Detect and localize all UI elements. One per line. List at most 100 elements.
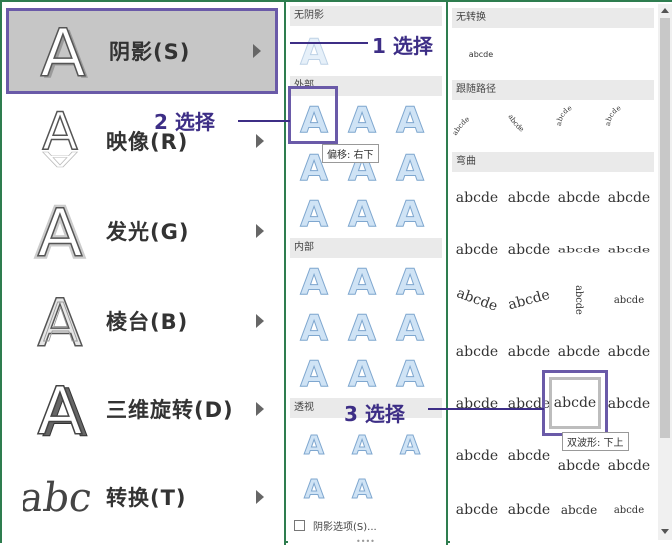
menu-item-3d-rotation[interactable]: AA 三维旋转(D) xyxy=(6,366,278,452)
text-effects-menu: AA 阴影(S) AA 映像(R) AA 发光(G) AA 棱台(B) A A … xyxy=(0,0,672,546)
warp-option[interactable]: abcde xyxy=(452,384,502,424)
svg-text:A: A xyxy=(42,147,78,171)
svg-text:abc: abc xyxy=(23,475,95,521)
warp-option[interactable]: abcde xyxy=(604,238,654,262)
menu-item-label: 发光(G) xyxy=(106,220,190,244)
shadow-option-outer[interactable]: A xyxy=(340,98,384,142)
warp-option[interactable]: abcde xyxy=(447,273,508,328)
menu-item-label: 三维旋转(D) xyxy=(106,398,234,422)
menu-item-label: 阴影(S) xyxy=(109,40,191,64)
menu-item-shadow[interactable]: AA 阴影(S) xyxy=(6,8,278,94)
shadow-option-inner[interactable]: A xyxy=(340,352,384,396)
shadow-option-inner[interactable]: A xyxy=(388,260,432,304)
shadow-option-outer[interactable]: A xyxy=(388,192,432,236)
shadow-option-perspective[interactable]: A xyxy=(388,424,432,468)
shadow-option-perspective[interactable]: A xyxy=(292,468,336,512)
warp-option[interactable]: abcde xyxy=(554,332,604,372)
follow-path-options[interactable]: abcde abcde abcde abcde xyxy=(452,100,652,152)
rotation-3d-A-icon: AA xyxy=(20,369,100,449)
shadow-option-perspective[interactable]: A xyxy=(292,424,336,468)
warp-option[interactable]: abcde xyxy=(554,178,604,218)
warp-option[interactable]: abcde xyxy=(504,490,554,530)
submenu-arrow-icon xyxy=(256,402,264,416)
warp-option[interactable]: abcde xyxy=(452,490,502,530)
annotation-step-2: 2 选择 xyxy=(154,110,215,134)
shadow-option-outer[interactable]: A xyxy=(340,192,384,236)
annotation-line-3 xyxy=(428,408,544,410)
warp-option[interactable]: abcde xyxy=(604,178,654,218)
menu-item-glow[interactable]: AA 发光(G) xyxy=(6,188,278,274)
shadow-options-label: 阴影选项(S)... xyxy=(313,521,377,533)
bevel-A-icon: AA xyxy=(20,281,100,361)
shadow-option-outer[interactable]: A xyxy=(388,146,432,190)
section-header-inner: 内部 xyxy=(290,238,442,258)
shadow-option-inner[interactable]: A xyxy=(340,260,384,304)
transform-abc-icon: abc xyxy=(20,457,100,537)
selected-warp-preview: abcde xyxy=(549,377,601,429)
transform-gallery: 无转换 abcde 跟随路径 abcde abcde abcde abcde 弯… xyxy=(450,2,672,545)
submenu-arrow-icon xyxy=(256,134,264,148)
warp-option[interactable]: abcde xyxy=(604,384,654,424)
annotation-line-2 xyxy=(238,120,290,122)
annotation-line-1 xyxy=(290,42,368,44)
warp-option[interactable]: abcde xyxy=(604,446,654,486)
shadow-option-inner[interactable]: A xyxy=(388,306,432,350)
shadow-options-link[interactable]: 阴影选项(S)... xyxy=(290,514,446,536)
scroll-down-arrow-icon[interactable] xyxy=(661,529,669,534)
warp-option[interactable]: abcde xyxy=(554,238,604,262)
shadow-option-perspective[interactable]: A xyxy=(340,424,384,468)
glow-A-icon: AA xyxy=(20,191,100,271)
shadow-option-outer[interactable]: A xyxy=(292,192,336,236)
scroll-up-arrow-icon[interactable] xyxy=(661,8,669,13)
resize-grip-icon[interactable]: •••• xyxy=(356,537,375,546)
svg-text:abcde: abcde xyxy=(604,104,622,126)
shadow-options-checkbox[interactable] xyxy=(294,519,305,531)
shadow-option-inner[interactable]: A xyxy=(292,260,336,304)
annotation-step-1: 1 选择 xyxy=(372,34,433,58)
menu-item-label: 转换(T) xyxy=(106,486,187,510)
shadow-option-perspective[interactable]: A xyxy=(340,468,384,512)
warp-option[interactable]: abcde xyxy=(452,332,502,372)
svg-text:A: A xyxy=(40,16,85,86)
submenu-arrow-icon xyxy=(256,314,264,328)
submenu-arrow-icon xyxy=(253,44,261,58)
shadow-option-inner[interactable]: A xyxy=(292,306,336,350)
menu-item-transform[interactable]: abc 转换(T) xyxy=(6,454,278,540)
menu-item-reflection[interactable]: AA 映像(R) xyxy=(6,98,278,184)
shadow-gallery: 无阴影 A 外部 A A A A A A A A A 偏移: 右下 内部 A A… xyxy=(288,2,448,546)
warp-option[interactable]: abcde xyxy=(604,332,654,372)
warp-option[interactable]: abcde xyxy=(500,274,559,326)
shadow-option-inner[interactable]: A xyxy=(292,352,336,396)
warp-option[interactable]: abcde xyxy=(504,178,554,218)
tooltip: 偏移: 右下 xyxy=(322,144,379,163)
warp-option[interactable]: abcde xyxy=(554,446,604,486)
annotation-step-3: 3 选择 xyxy=(344,402,405,426)
warp-option[interactable]: abcde xyxy=(604,280,654,320)
reflection-A-icon: AA xyxy=(20,101,100,181)
warp-option[interactable]: abcde xyxy=(504,332,554,372)
section-header-no-transform: 无转换 xyxy=(452,8,654,28)
svg-text:abcde: abcde xyxy=(555,104,573,126)
svg-text:abcde: abcde xyxy=(506,113,525,134)
section-header-no-shadow: 无阴影 xyxy=(290,6,442,26)
warp-option[interactable]: abcde xyxy=(554,490,604,530)
selection-highlight xyxy=(288,86,338,144)
warp-option[interactable]: abcde xyxy=(504,436,554,476)
warp-option[interactable]: abcde xyxy=(504,230,554,270)
shadow-option-inner[interactable]: A xyxy=(340,306,384,350)
shadow-option-outer[interactable]: A xyxy=(388,98,432,142)
svg-text:abcde: abcde xyxy=(452,115,471,137)
menu-item-bevel[interactable]: AA 棱台(B) xyxy=(6,278,278,364)
scroll-thumb[interactable] xyxy=(660,18,670,438)
warp-option-double-wave-selected[interactable]: abcde xyxy=(542,370,608,436)
vertical-scrollbar[interactable] xyxy=(658,4,672,540)
warp-option[interactable]: abcde xyxy=(452,230,502,270)
shadow-option-inner[interactable]: A xyxy=(388,352,432,396)
transform-option-none[interactable]: abcde xyxy=(456,34,506,74)
warp-option[interactable]: abcde xyxy=(452,436,502,476)
warp-option[interactable]: abcde xyxy=(565,283,593,318)
warp-option[interactable]: abcde xyxy=(604,490,654,530)
svg-text:A: A xyxy=(37,374,82,444)
shadow-option-none[interactable]: A xyxy=(292,30,336,74)
warp-option[interactable]: abcde xyxy=(452,178,502,218)
